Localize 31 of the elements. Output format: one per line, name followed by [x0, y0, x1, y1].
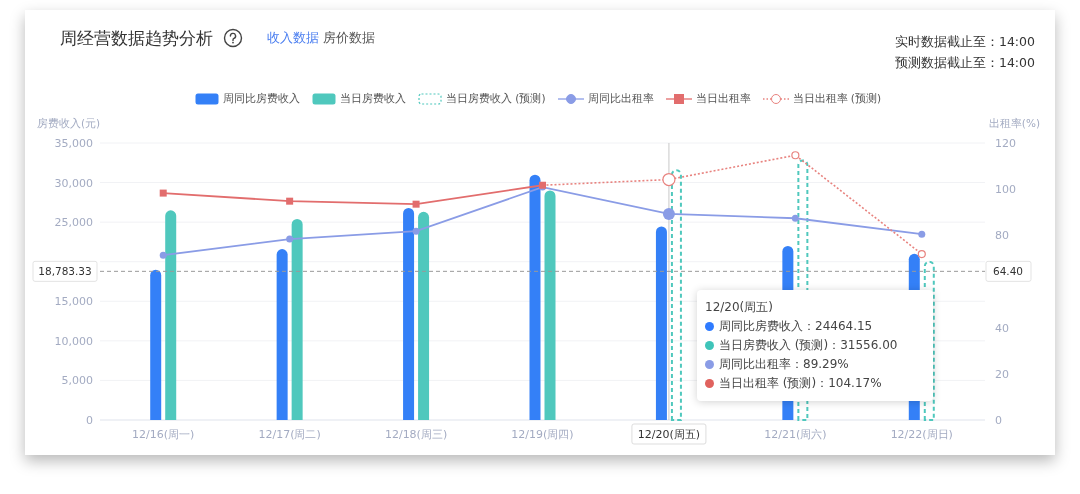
axis-title: 房费收入(元) — [37, 117, 101, 129]
tooltip-row-text: 当日出租率 (预测)：104.17% — [719, 375, 882, 392]
axis-label: 40 — [995, 321, 1009, 335]
axis-label: 12/19(周四) — [511, 428, 574, 441]
axis-label: 0 — [86, 414, 93, 427]
axis-label: 100 — [995, 183, 1016, 197]
axis-label: 12/22(周日) — [890, 428, 953, 441]
reference-value: 18,783.33 — [38, 265, 92, 278]
axis-label: 12/17(周二) — [258, 428, 321, 441]
tooltip-row-text: 周同比出租率：89.29% — [719, 356, 849, 373]
tooltip-row-text: 当日房费收入 (预测)：31556.00 — [719, 337, 898, 354]
axis-label: 20 — [995, 367, 1009, 381]
axis-label: 12/20(周五) — [637, 428, 701, 441]
axis-label: 12/16(周一) — [132, 428, 195, 441]
chart-title: 周经营数据趋势分析 — [60, 27, 213, 50]
axis-label: 12/21(周六) — [764, 428, 827, 441]
axis-label: 30,000 — [54, 176, 93, 190]
axis-label: 15,000 — [54, 295, 93, 309]
axis-label: 80 — [995, 229, 1009, 243]
cutoff-time-text: 预测数据截止至：14:00 — [894, 55, 1035, 70]
axis-label: 25,000 — [54, 216, 93, 230]
axis-title: 出租率(%) — [988, 117, 1040, 129]
tooltip-title: 12/20(周五) — [705, 300, 773, 314]
tooltip-row-text: 周同比房费收入：24464.15 — [719, 318, 873, 335]
axis-label: 120 — [995, 137, 1016, 150]
axis-label: 10,000 — [54, 334, 93, 348]
cutoff-time-text: 实时数据截止至：14:00 — [894, 34, 1035, 49]
reference-value: 64.40 — [992, 265, 1024, 278]
axis-label: 35,000 — [54, 137, 93, 150]
axis-label: 0 — [995, 414, 1002, 427]
axis-label: 5,000 — [61, 374, 93, 388]
